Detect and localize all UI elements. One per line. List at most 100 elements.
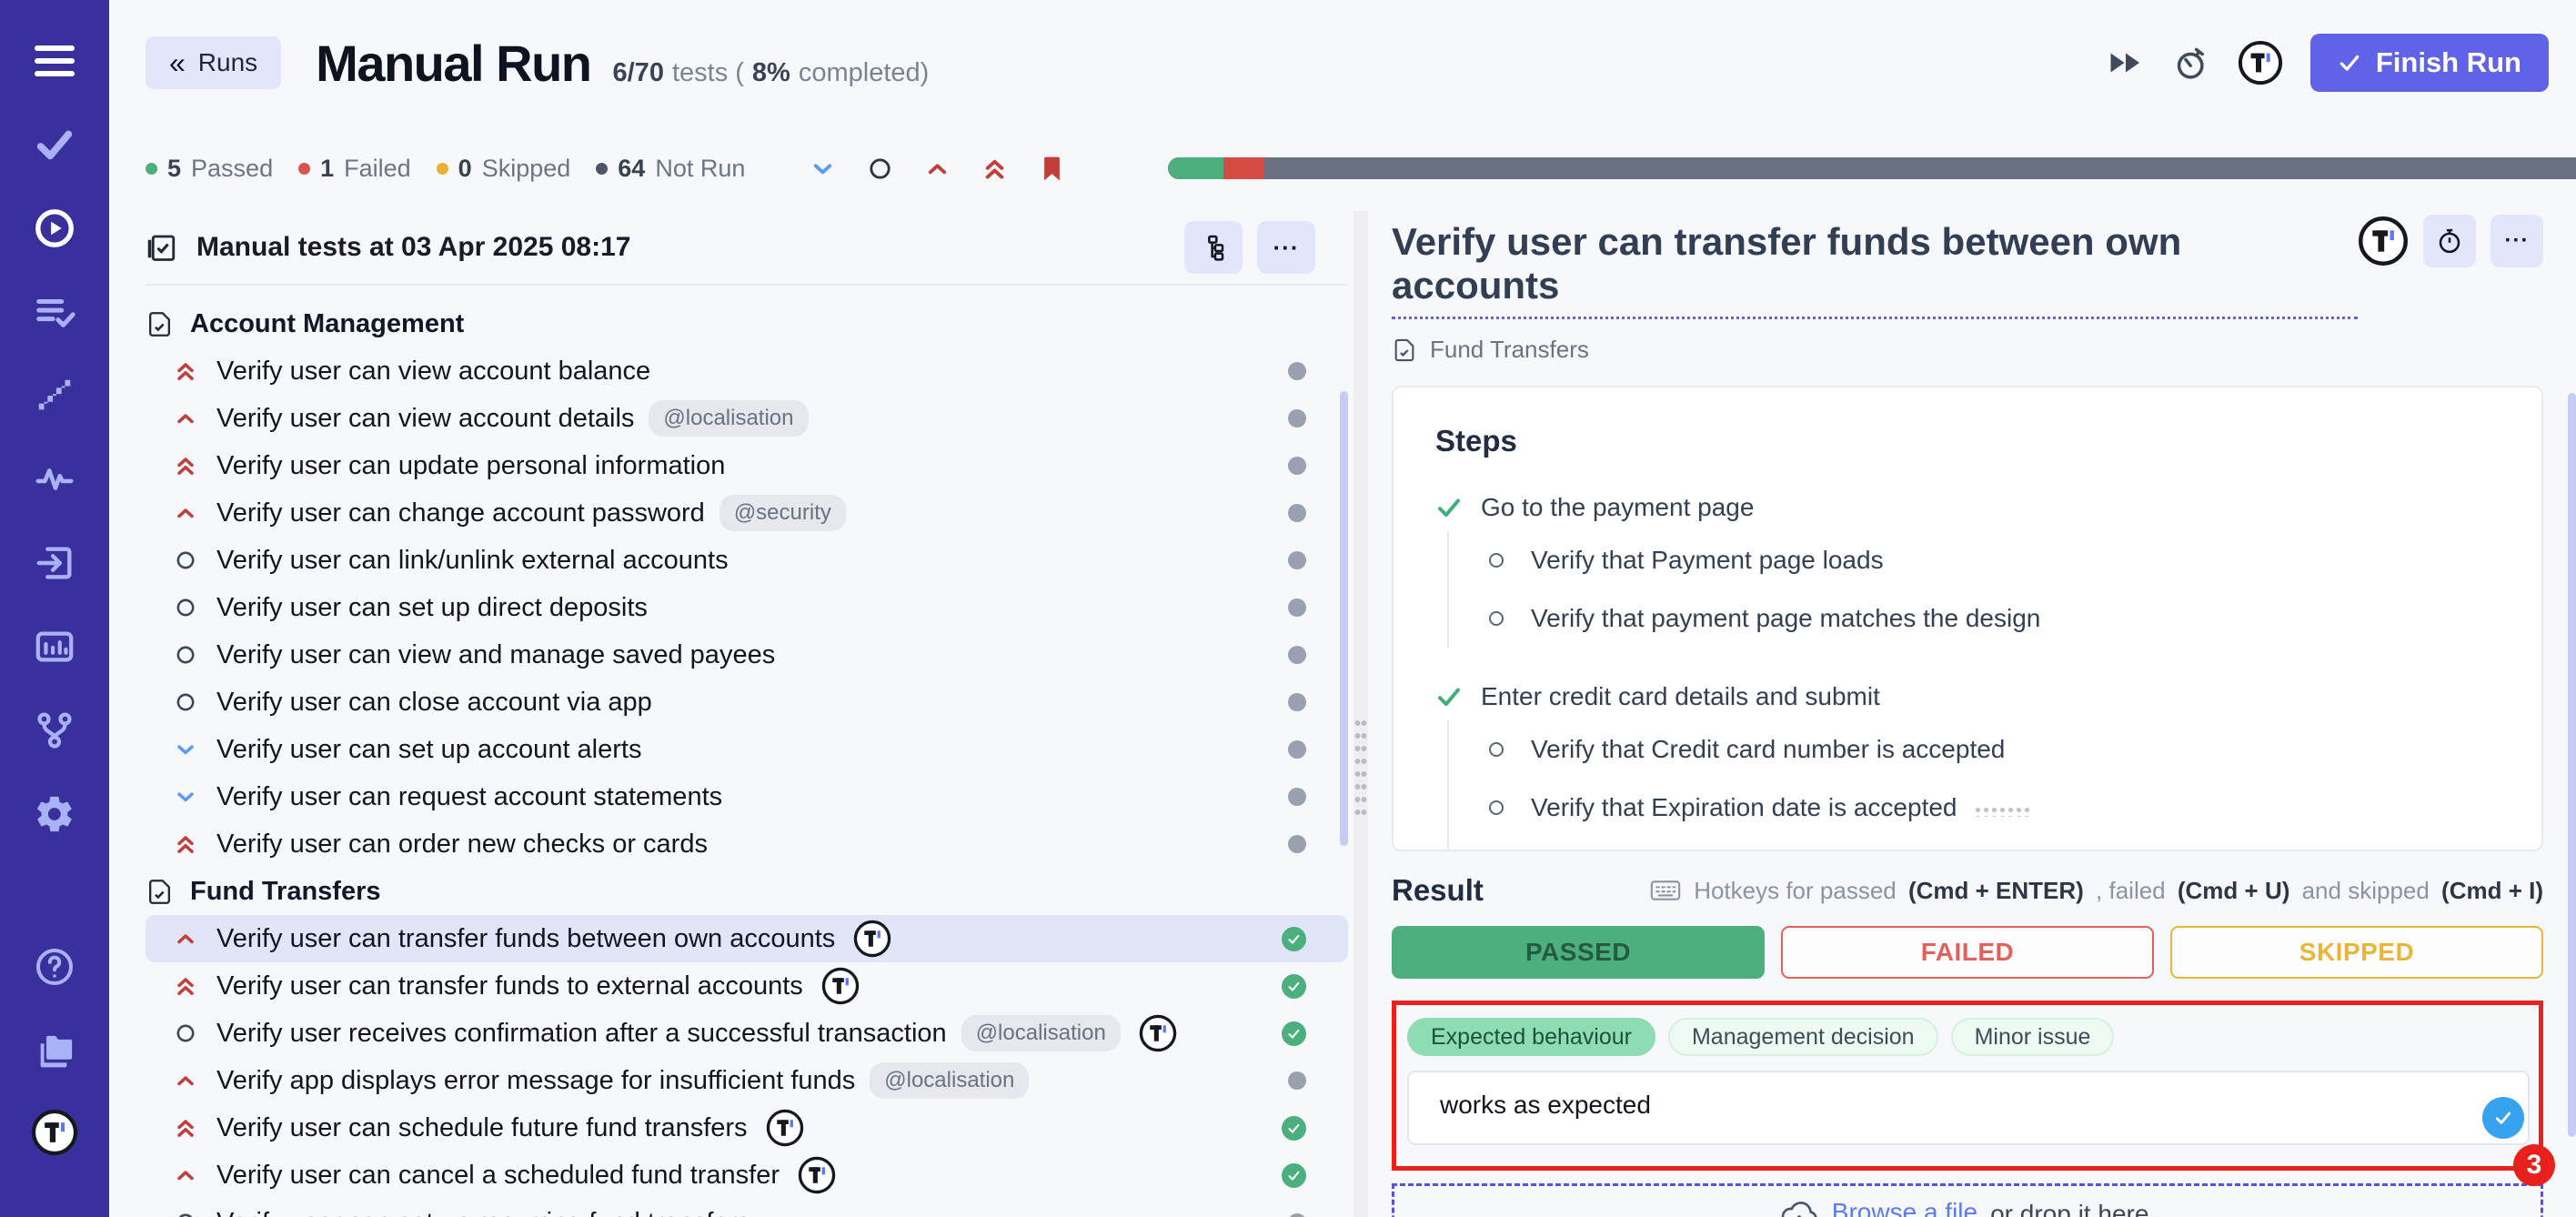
fast-forward-icon[interactable] — [2107, 45, 2145, 80]
suite-file-icon — [1392, 337, 1417, 363]
test-row[interactable]: Verify user can view and manage saved pa… — [146, 631, 1348, 679]
test-row[interactable]: Verify user can view account balance — [146, 347, 1348, 395]
test-row[interactable]: Verify user receives confirmation after … — [146, 1010, 1348, 1057]
test-row[interactable]: Verify user can request account statemen… — [146, 773, 1348, 820]
priority-highest-icon — [173, 1115, 198, 1141]
status-notrun-icon — [1288, 362, 1306, 380]
result-failed-button[interactable]: FAILED — [1781, 926, 2154, 979]
file-dropzone[interactable]: Browse a file or drop it here. — [1392, 1183, 2543, 1217]
submit-comment-button[interactable] — [2482, 1097, 2524, 1139]
notrun-dot — [596, 163, 608, 175]
header-actions: Finish Run — [2107, 34, 2549, 92]
comment-chip[interactable]: Expected behaviour — [1407, 1018, 1655, 1056]
priority-normal-icon — [173, 689, 198, 715]
automated-test-badge-icon — [853, 920, 891, 958]
comment-input[interactable]: works as expected — [1407, 1071, 2530, 1145]
test-row[interactable]: Verify user can close account via app — [146, 679, 1348, 726]
group-by-suite-button[interactable] — [1184, 221, 1243, 274]
status-passed-icon — [1282, 974, 1306, 999]
stopwatch-icon[interactable] — [2172, 45, 2210, 80]
suite-section-row[interactable]: Fund Transfers — [146, 868, 1348, 915]
sidebar-item-tasks-icon[interactable] — [30, 120, 79, 169]
priority-high-icon — [173, 1162, 198, 1188]
priority-highest-icon — [173, 358, 198, 384]
priority-high-icon — [173, 926, 198, 951]
test-row[interactable]: Verify user can set up direct deposits — [146, 584, 1348, 631]
status-passed-icon — [1282, 1116, 1306, 1141]
timer-button[interactable] — [2423, 215, 2476, 267]
filter-circle-icon[interactable] — [866, 155, 894, 183]
test-row[interactable]: Verify user can set up recurring fund tr… — [146, 1199, 1348, 1217]
sidebar-item-branches-icon[interactable] — [30, 706, 79, 755]
test-row[interactable]: Verify user can order new checks or card… — [146, 820, 1348, 868]
sidebar-item-test-plans-icon[interactable] — [30, 287, 79, 337]
sidebar-item-logo-icon[interactable] — [30, 1110, 79, 1159]
test-title: Verify user can view account details — [216, 404, 634, 434]
sidebar-item-milestones-icon[interactable] — [30, 371, 79, 420]
back-to-runs-button[interactable]: « Runs — [146, 36, 281, 89]
test-row[interactable]: Verify user can transfer funds between o… — [146, 915, 1348, 962]
filter-chevron-down-icon[interactable] — [809, 155, 837, 183]
back-to-runs-label: Runs — [198, 48, 257, 77]
sidebar-item-import-icon[interactable] — [30, 538, 79, 588]
run-progress-bar — [1168, 157, 2576, 179]
step-check-item: Verify that CVV code is accepted — [1449, 837, 2500, 851]
test-row[interactable]: Verify user can change account password@… — [146, 489, 1348, 537]
test-row[interactable]: Verify user can transfer funds to extern… — [146, 962, 1348, 1010]
automated-test-badge-icon — [821, 967, 860, 1005]
tag-pill: @security — [719, 495, 846, 531]
filter-chevron-up-icon[interactable] — [923, 155, 951, 183]
comment-chip[interactable]: Management decision — [1668, 1018, 1938, 1056]
tag-pill: @localisation — [649, 400, 808, 437]
sidebar-item-runs-icon[interactable] — [30, 204, 79, 253]
step-block: Go to the payment page Verify that Paymen… — [1435, 493, 2500, 648]
sidebar-item-menu-icon[interactable] — [30, 36, 79, 85]
filter-double-chevron-up-icon[interactable] — [981, 155, 1009, 183]
keyboard-icon — [1650, 879, 1681, 902]
status-notrun-icon — [1288, 740, 1306, 759]
testomat-logo-icon[interactable] — [2238, 40, 2283, 85]
sidebar-item-help-icon[interactable] — [30, 942, 79, 991]
priority-highest-icon — [173, 453, 198, 478]
test-row[interactable]: Verify user can cancel a scheduled fund … — [146, 1152, 1348, 1199]
suite-title: Fund Transfers — [190, 877, 381, 907]
test-title: Verify user can schedule future fund tra… — [216, 1113, 748, 1143]
test-row[interactable]: Verify user can link/unlink external acc… — [146, 537, 1348, 584]
sidebar-item-projects-icon[interactable] — [30, 1026, 79, 1075]
test-row[interactable]: Verify user can update personal informat… — [146, 442, 1348, 489]
sidebar-item-analytics-icon[interactable] — [30, 622, 79, 671]
test-row[interactable]: Verify user can schedule future fund tra… — [146, 1104, 1348, 1152]
priority-normal-icon — [173, 548, 198, 573]
test-row[interactable]: Verify user can set up account alerts — [146, 726, 1348, 773]
step-title-row: Go to the payment page — [1435, 493, 2500, 522]
run-progress-summary: 6/70 tests ( 8% completed) — [613, 38, 930, 88]
test-row[interactable]: Verify user can view account details @loc… — [146, 395, 1348, 442]
test-title: Verify user can update personal informat… — [216, 451, 725, 481]
list-scrollbar[interactable] — [1340, 391, 1348, 846]
filter-bookmark-icon[interactable] — [1038, 155, 1066, 183]
step-checks: Verify that Payment page loadsVerify tha… — [1447, 531, 2500, 648]
test-title: Verify user can set up direct deposits — [216, 593, 648, 623]
step-check-item: Verify that payment page matches the des… — [1449, 589, 2500, 648]
breadcrumb[interactable]: Fund Transfers — [1392, 336, 2543, 364]
test-row[interactable]: Verify app displays error message for in… — [146, 1057, 1348, 1104]
test-detail-title[interactable]: Verify user can transfer funds between o… — [1392, 220, 2358, 319]
result-skipped-button[interactable]: SKIPPED — [2170, 926, 2543, 979]
priority-normal-icon — [173, 1021, 198, 1046]
detail-scrollbar[interactable] — [2568, 393, 2576, 1137]
priority-normal-icon — [173, 595, 198, 620]
detail-more-button[interactable]: ··· — [2490, 215, 2543, 267]
sidebar-item-settings-icon[interactable] — [30, 790, 79, 839]
stat-passed: 5Passed — [146, 155, 273, 183]
list-more-button[interactable]: ··· — [1257, 221, 1315, 274]
section-resize-handle[interactable] — [1974, 806, 2032, 817]
panel-resize-divider[interactable] — [1353, 211, 1368, 1217]
finish-run-button[interactable]: Finish Run — [2310, 34, 2549, 92]
test-title: Verify user can view and manage saved pa… — [216, 640, 775, 670]
result-passed-button[interactable]: PASSED — [1392, 926, 1765, 979]
comment-chip[interactable]: Minor issue — [1951, 1018, 2115, 1056]
status-passed-icon — [1282, 1021, 1306, 1046]
sidebar-item-pulse-icon[interactable] — [30, 455, 79, 504]
browse-file-link[interactable]: Browse a file — [1832, 1198, 1977, 1217]
suite-section-row[interactable]: Account Management — [146, 300, 1348, 347]
